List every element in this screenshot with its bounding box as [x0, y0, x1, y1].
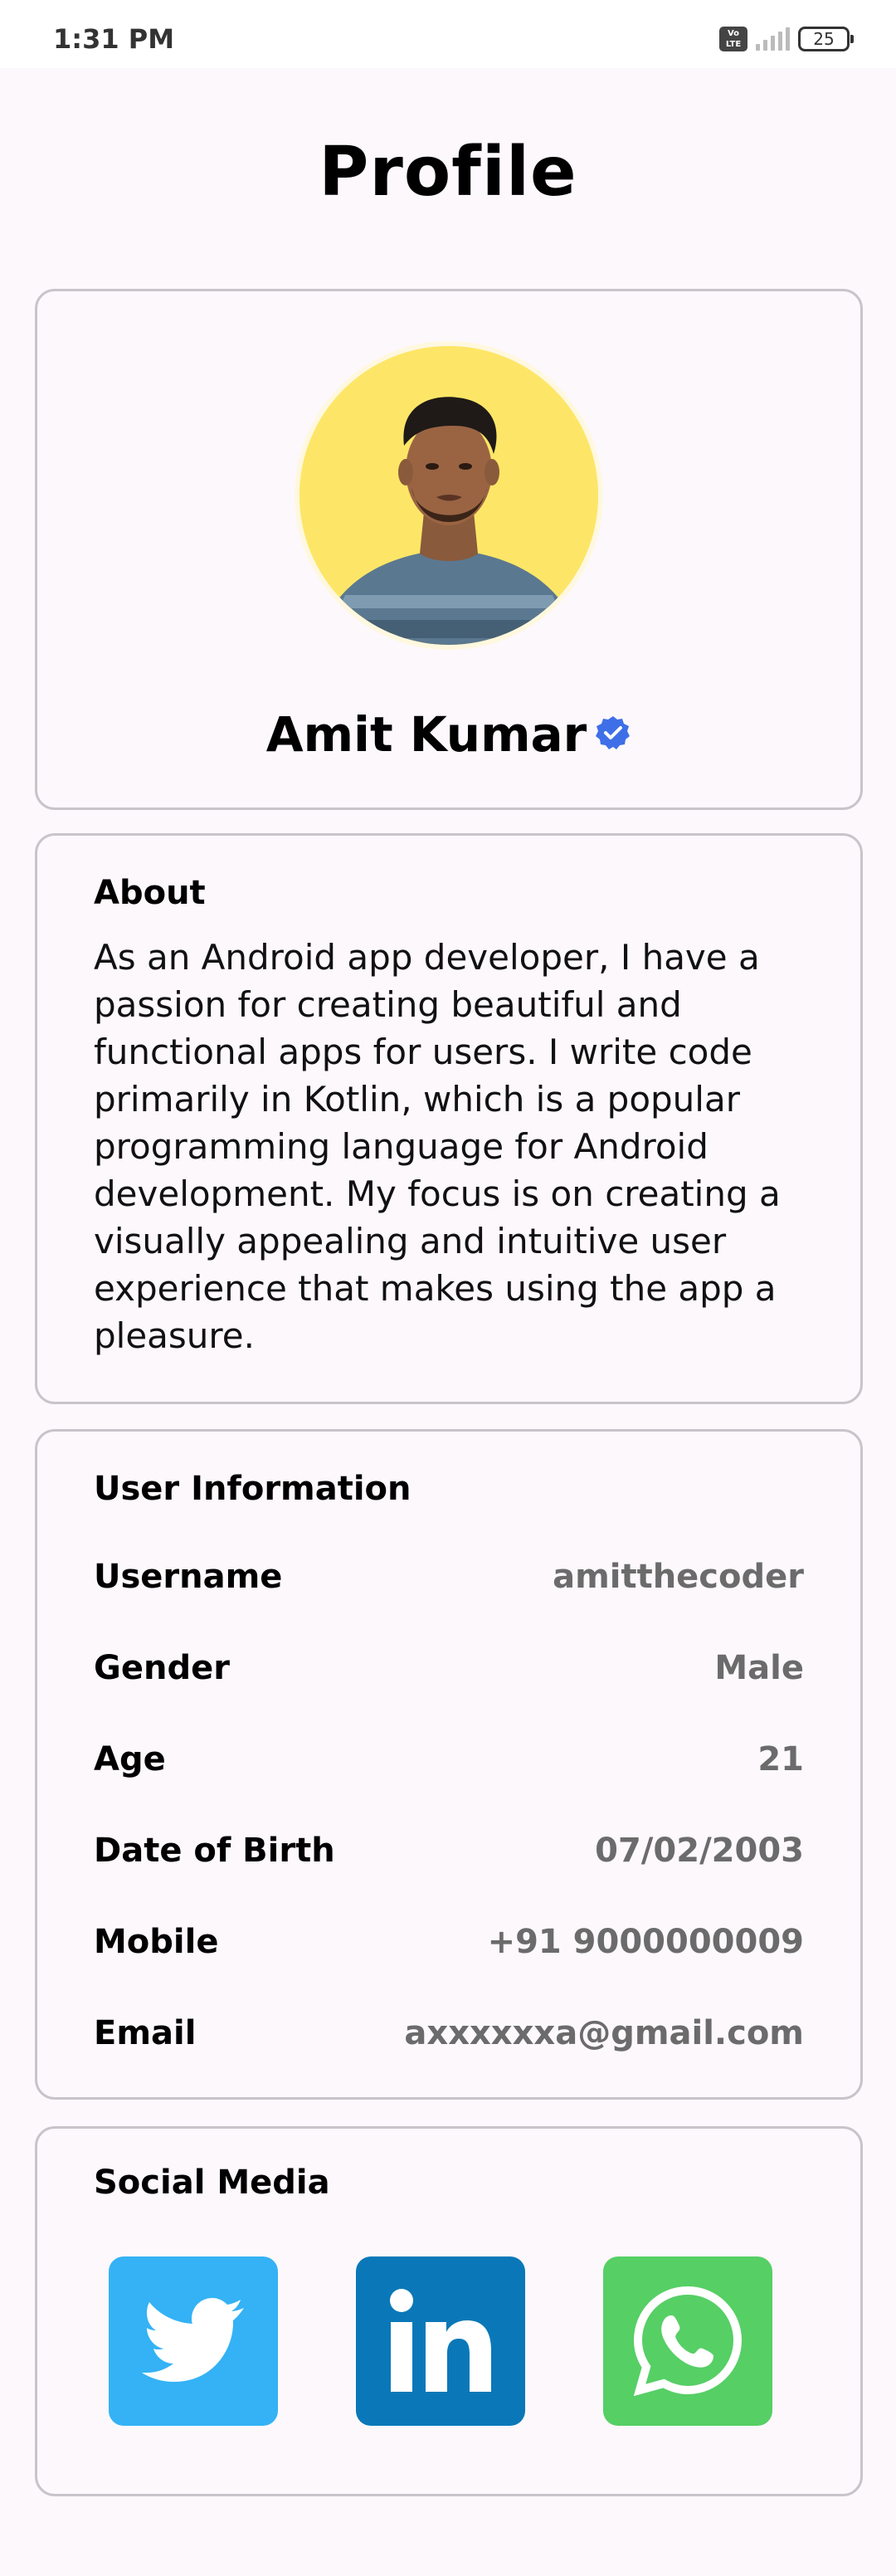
email-value: axxxxxxa@gmail.com — [404, 2014, 804, 2052]
status-bar: 1:31 PM Vo LTE 25 — [0, 0, 896, 68]
age-value: 21 — [757, 1740, 804, 1778]
about-header: About — [94, 874, 206, 912]
avatar — [295, 341, 603, 650]
social-media-card: Social Media — [35, 2126, 863, 2496]
signal-icon — [756, 27, 790, 51]
info-row-dob: Date of Birth 07/02/2003 — [94, 1832, 804, 1881]
about-text: As an Android app developer, I have a pa… — [94, 937, 781, 1356]
username-value: amitthecoder — [553, 1558, 804, 1596]
linkedin-icon — [390, 2289, 491, 2392]
gender-value: Male — [714, 1649, 804, 1687]
user-info-header: User Information — [94, 1470, 411, 1508]
status-time: 1:31 PM — [53, 23, 175, 55]
volte-icon: Vo LTE — [719, 27, 747, 51]
info-row-mobile: Mobile +91 9000000009 — [94, 1923, 804, 1973]
email-label: Email — [94, 2014, 197, 2052]
username-label: Username — [94, 1558, 283, 1596]
avatar-photo — [299, 346, 598, 645]
mobile-label: Mobile — [94, 1923, 219, 1961]
profile-name: Amit Kumar — [265, 706, 587, 763]
mobile-value: +91 9000000009 — [487, 1923, 804, 1961]
info-row-email: Email axxxxxxa@gmail.com — [94, 2014, 804, 2064]
info-row-gender: Gender Male — [94, 1649, 804, 1699]
info-row-age: Age 21 — [94, 1740, 804, 1790]
verified-badge-icon — [595, 706, 631, 763]
gender-label: Gender — [94, 1649, 230, 1687]
whatsapp-button[interactable] — [603, 2256, 772, 2426]
user-info-card: User Information Username amitthecoder G… — [35, 1429, 863, 2100]
twitter-icon — [142, 2298, 244, 2382]
profile-card: Amit Kumar — [35, 289, 863, 810]
age-label: Age — [94, 1740, 166, 1778]
linkedin-button[interactable] — [356, 2256, 525, 2426]
dob-label: Date of Birth — [94, 1832, 335, 1870]
twitter-button[interactable] — [109, 2256, 278, 2426]
social-media-header: Social Media — [94, 2164, 330, 2202]
dob-value: 07/02/2003 — [595, 1832, 804, 1870]
status-icons: Vo LTE 25 — [719, 25, 854, 53]
about-card: About As an Android app developer, I hav… — [35, 833, 863, 1404]
page-title: Profile — [319, 133, 577, 212]
whatsapp-icon — [633, 2286, 743, 2397]
info-row-username: Username amitthecoder — [94, 1558, 804, 1608]
battery-icon: 25 — [798, 27, 854, 51]
profile-name-row: Amit Kumar — [37, 706, 860, 763]
